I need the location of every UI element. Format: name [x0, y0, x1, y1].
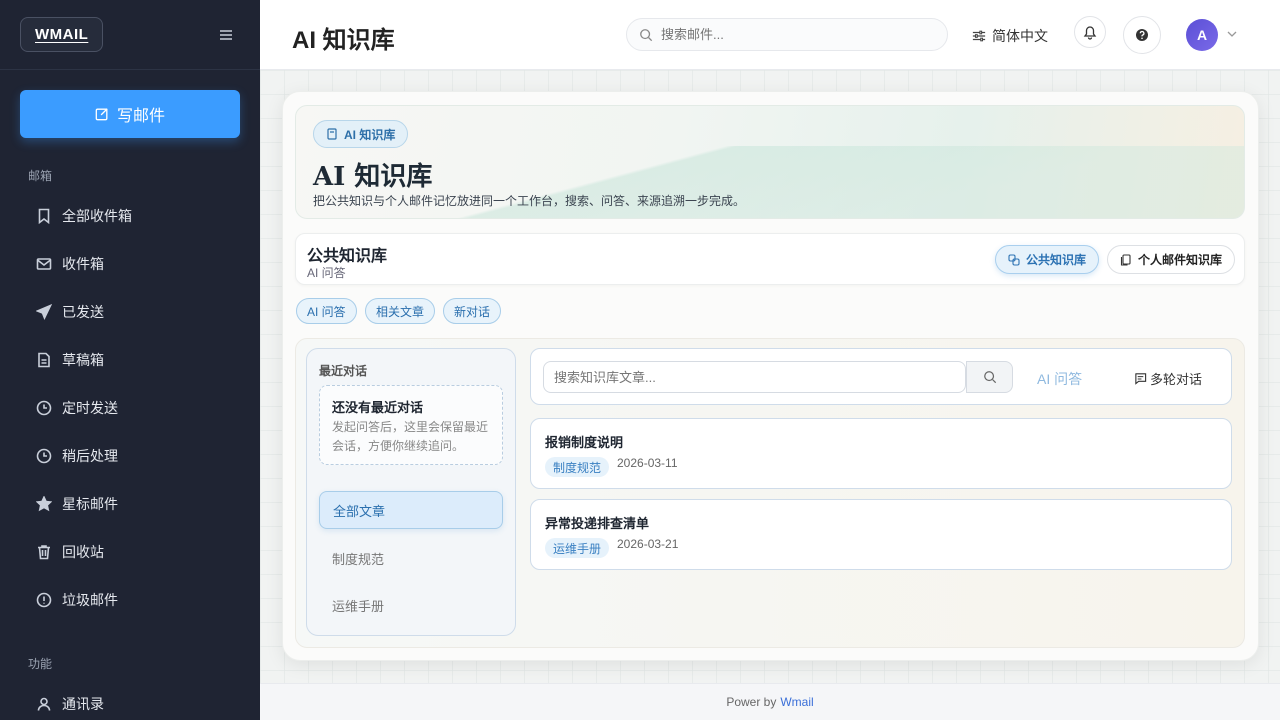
multi-turn-label: 多轮对话 [1150, 372, 1203, 387]
copy-icon [1120, 253, 1131, 266]
app-logo[interactable]: WMAIL [20, 17, 104, 52]
language-label: 简体中文 [992, 28, 1048, 44]
sidebar-item-label: 定时发送 [62, 400, 118, 416]
sidebar-item-label: 全部收件箱 [62, 208, 132, 224]
footer-brand-link[interactable]: Wmail [780, 695, 813, 709]
chat-icon [1135, 373, 1147, 385]
compose-label: 写邮件 [116, 108, 165, 125]
kb-selector-bar: 公共知识库 AI 问答 公共知识库 个人邮件知识库 [295, 233, 1245, 285]
sidebar-top: WMAIL [0, 0, 260, 70]
avatar[interactable]: A [1186, 19, 1218, 51]
chip-related-articles[interactable]: 相关文章 [365, 298, 436, 324]
sidebar-item-label: 星标邮件 [62, 496, 118, 512]
kb-search-button[interactable] [966, 361, 1013, 393]
article-date: 2026-03-21 [617, 537, 679, 551]
footer-prefix: Power by [726, 695, 777, 709]
hero-banner: AI 知识库 AI 知识库 把公共知识与个人邮件记忆放进同一个工作台，搜索、问答… [295, 105, 1245, 219]
sidebar-item-scheduled[interactable]: 定时发送 [36, 396, 118, 420]
user-icon [37, 697, 51, 711]
sidebar-item-drafts[interactable]: 草稿箱 [36, 348, 104, 372]
help-icon [1136, 29, 1148, 41]
sidebar-item-spam[interactable]: 垃圾邮件 [36, 588, 118, 612]
menu-toggle-icon[interactable] [212, 21, 240, 49]
sidebar-item-label: 通讯录 [62, 696, 104, 712]
alert-icon [36, 592, 52, 608]
public-kb-button[interactable]: 公共知识库 [995, 245, 1100, 274]
recent-empty-state: 还没有最近对话 发起问答后，这里会保留最近会话，方便你继续追问。 [319, 385, 503, 465]
clock-icon [36, 400, 52, 416]
empty-description: 发起问答后，这里会保留最近会话，方便你继续追问。 [332, 420, 489, 453]
draft-icon [38, 352, 50, 368]
personal-kb-button[interactable]: 个人邮件知识库 [1107, 245, 1236, 274]
star-icon [36, 496, 52, 512]
hero-badge: AI 知识库 [313, 120, 409, 148]
search-icon [983, 371, 996, 384]
kb-search-row: AI 问答 多轮对话 [530, 348, 1232, 405]
sidebar-item-contacts[interactable]: 通讯录 [36, 692, 104, 716]
article-date: 2026-03-11 [617, 456, 678, 470]
book-icon [327, 128, 337, 140]
empty-title: 还没有最近对话 [332, 400, 424, 415]
section-features: 功能 [28, 657, 53, 671]
sidebar-item-later[interactable]: 稍后处理 [36, 444, 118, 468]
ai-qa-link[interactable]: AI 问答 [1037, 369, 1082, 389]
mail-search[interactable] [626, 18, 948, 51]
article-card[interactable]: 异常投递排查清单 运维手册 2026-03-21 [530, 499, 1232, 570]
article-tag: 制度规范 [545, 457, 610, 477]
article-tag: 运维手册 [545, 538, 610, 558]
section-mailbox: 邮箱 [28, 169, 53, 183]
top-header: AI 知识库 简体中文 A [260, 0, 1280, 70]
sidebar-item-starred[interactable]: 星标邮件 [36, 492, 118, 516]
hero-description: 把公共知识与个人邮件记忆放进同一个工作台，搜索、问答、来源追溯一步完成。 [313, 194, 746, 208]
sidebar-item-label: 草稿箱 [62, 352, 104, 368]
sidebar-item-all-inbox[interactable]: 全部收件箱 [36, 204, 132, 228]
chevron-down-icon[interactable] [1226, 28, 1238, 40]
sidebar: WMAIL 写邮件 邮箱 全部收件箱 收件箱 已发送 草稿箱 定时发送 稍后处理… [0, 0, 260, 720]
kb-search-input[interactable] [543, 361, 966, 393]
mail-icon [36, 258, 52, 270]
sidebar-item-label: 稍后处理 [62, 448, 118, 464]
chip-ai-qa[interactable]: AI 问答 [296, 298, 357, 324]
trash-icon [38, 545, 50, 560]
category-all-articles[interactable]: 全部文章 [319, 491, 503, 529]
chip-new-conversation[interactable]: 新对话 [443, 298, 502, 324]
bookmark-icon [38, 208, 50, 224]
page-title: AI 知识库 [292, 27, 395, 54]
bell-icon [1083, 26, 1097, 40]
kb-title: 公共知识库 [307, 248, 388, 265]
mail-search-input[interactable] [661, 27, 921, 42]
sidebar-item-trash[interactable]: 回收站 [36, 540, 104, 564]
sidebar-item-label: 垃圾邮件 [62, 592, 118, 608]
personal-kb-label: 个人邮件知识库 [1138, 253, 1223, 267]
public-kb-label: 公共知识库 [1026, 253, 1087, 267]
clock-icon [36, 448, 52, 464]
send-icon [36, 304, 52, 320]
recent-label: 最近对话 [319, 364, 368, 378]
search-icon [640, 28, 653, 41]
footer: Power by Wmail [260, 683, 1280, 720]
sidebar-item-sent[interactable]: 已发送 [36, 300, 104, 324]
kb-subtitle: AI 问答 [307, 266, 346, 280]
sidebar-item-label: 收件箱 [62, 256, 104, 272]
sidebar-item-inbox[interactable]: 收件箱 [36, 252, 104, 276]
multi-turn-button[interactable]: 多轮对话 [1134, 369, 1202, 388]
edit-icon [95, 108, 108, 121]
compose-button[interactable]: 写邮件 [20, 90, 240, 138]
sliders-icon [972, 30, 986, 42]
category-policies[interactable]: 制度规范 [319, 539, 503, 577]
link-icon [1008, 253, 1020, 266]
language-switcher[interactable]: 简体中文 [972, 26, 1048, 46]
article-card[interactable]: 报销制度说明 制度规范 2026-03-11 [530, 418, 1232, 489]
notification-button[interactable] [1074, 16, 1106, 48]
sidebar-item-label: 已发送 [62, 304, 104, 320]
category-ops-manual[interactable]: 运维手册 [319, 586, 503, 624]
hero-title: AI 知识库 [313, 162, 433, 192]
article-title: 异常投递排查清单 [545, 516, 650, 531]
hero-badge-label: AI 知识库 [344, 127, 396, 142]
help-button[interactable] [1123, 16, 1161, 54]
article-title: 报销制度说明 [545, 435, 624, 450]
sidebar-item-label: 回收站 [62, 544, 104, 560]
